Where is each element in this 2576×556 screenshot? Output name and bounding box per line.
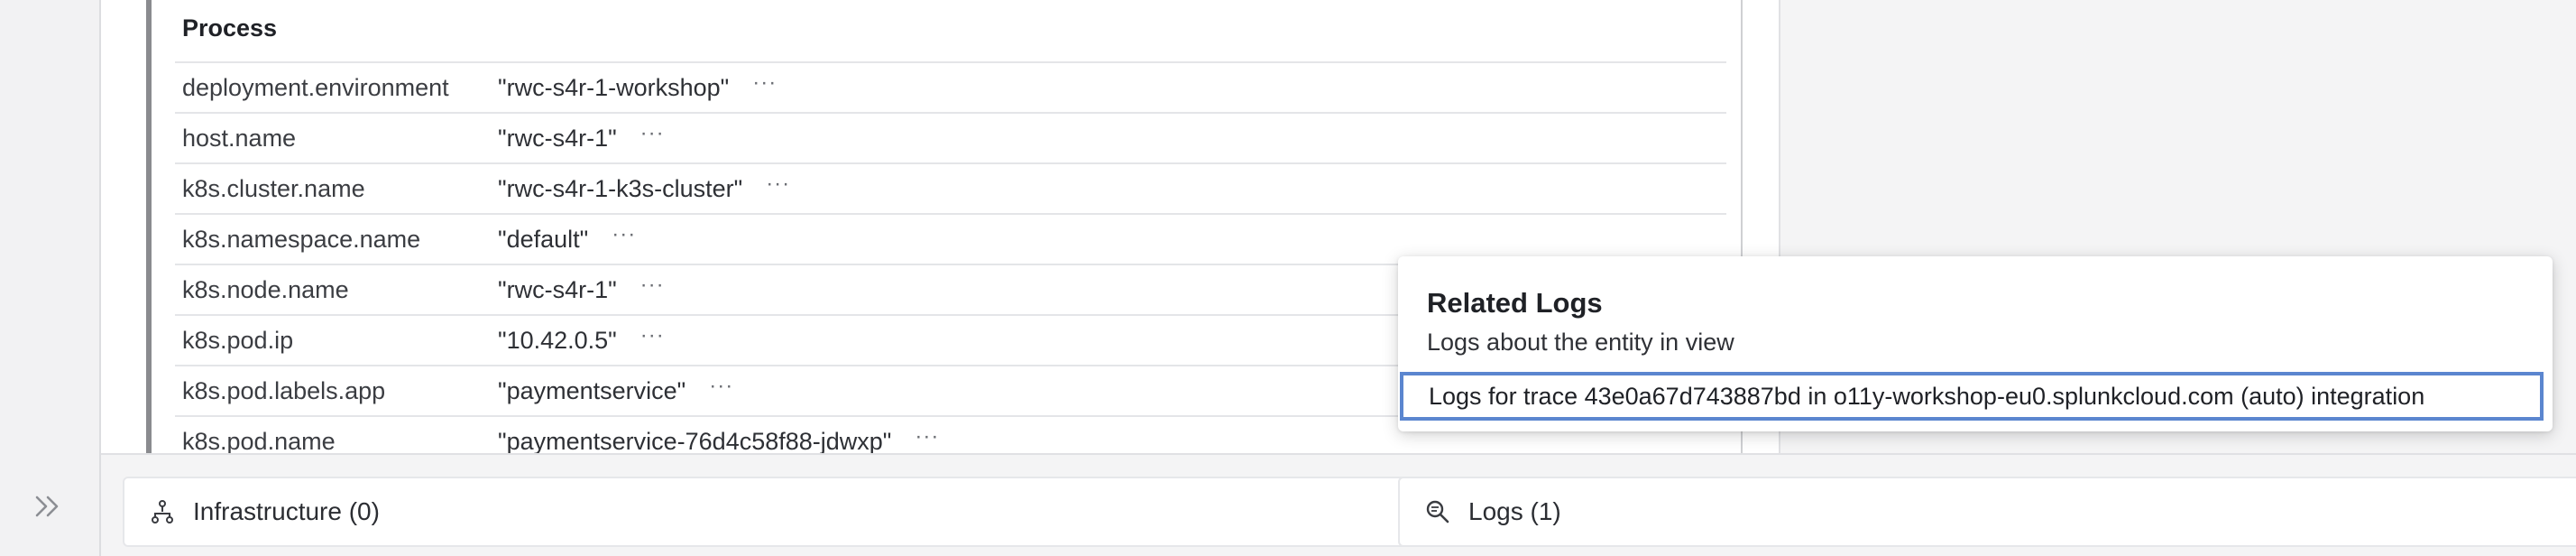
double-chevron-right-icon[interactable] xyxy=(27,486,69,527)
related-log-link[interactable]: Logs for trace 43e0a67d743887bd in o11y-… xyxy=(1400,372,2544,421)
attribute-key: k8s.pod.labels.app xyxy=(182,376,386,404)
attribute-value-cell: "rwc-s4r-1" ··· xyxy=(498,273,665,304)
attribute-value-cell: "paymentservice" ··· xyxy=(498,374,733,405)
attribute-value: "rwc-s4r-1" xyxy=(498,124,617,152)
infrastructure-tab-label: Infrastructure (0) xyxy=(193,497,380,525)
logs-tab[interactable]: Logs (1) xyxy=(1398,477,2576,547)
more-actions-icon[interactable]: ··· xyxy=(640,121,665,146)
related-logs-popover: Related Logs Logs about the entity in vi… xyxy=(1398,256,2553,431)
attribute-value: "10.42.0.5" xyxy=(498,326,617,354)
hierarchy-icon xyxy=(150,498,177,525)
attribute-value: "default" xyxy=(498,225,589,253)
more-actions-icon[interactable]: ··· xyxy=(752,70,777,96)
attribute-value-cell: "rwc-s4r-1-k3s-cluster" ··· xyxy=(498,171,790,203)
attribute-value-cell: "paymentservice-76d4c58f88-jdwxp" ··· xyxy=(498,424,939,456)
attribute-value: "paymentservice-76d4c58f88-jdwxp" xyxy=(498,427,892,455)
attribute-value-cell: "rwc-s4r-1" ··· xyxy=(498,121,665,153)
attribute-value: "paymentservice" xyxy=(498,376,686,404)
logs-tab-label: Logs (1) xyxy=(1468,497,1561,525)
attribute-key: k8s.node.name xyxy=(182,275,349,303)
magnify-logs-icon xyxy=(1425,498,1452,525)
more-actions-icon[interactable]: ··· xyxy=(915,424,939,449)
attribute-value-cell: "10.42.0.5" ··· xyxy=(498,323,665,355)
infrastructure-tab[interactable]: Infrastructure (0) xyxy=(123,477,1488,547)
attribute-key: k8s.pod.ip xyxy=(182,326,294,354)
attribute-key: k8s.namespace.name xyxy=(182,225,421,253)
more-actions-icon[interactable]: ··· xyxy=(640,323,665,348)
bottom-bar: Infrastructure (0) Logs (1) xyxy=(101,453,2576,556)
attribute-row: host.name "rwc-s4r-1" ··· xyxy=(175,112,1726,162)
attribute-value: "rwc-s4r-1-k3s-cluster" xyxy=(498,174,743,202)
trace-detail-view: Process deployment.environment "rwc-s4r-1… xyxy=(0,0,2576,556)
left-rail xyxy=(0,0,101,556)
attribute-key: k8s.pod.name xyxy=(182,427,336,455)
section-title: Process xyxy=(182,14,278,42)
popover-subtitle: Logs about the entity in view xyxy=(1427,329,1734,356)
attribute-row: deployment.environment "rwc-s4r-1-worksho… xyxy=(175,61,1726,112)
more-actions-icon[interactable]: ··· xyxy=(640,273,665,298)
more-actions-icon[interactable]: ··· xyxy=(612,222,636,247)
attribute-key: k8s.cluster.name xyxy=(182,174,365,202)
attribute-value-cell: "rwc-s4r-1-workshop" ··· xyxy=(498,70,777,102)
attribute-key: host.name xyxy=(182,124,297,152)
attribute-value: "rwc-s4r-1-workshop" xyxy=(498,73,730,101)
related-log-link-label: Logs for trace 43e0a67d743887bd in o11y-… xyxy=(1429,382,2425,410)
more-actions-icon[interactable]: ··· xyxy=(709,374,733,399)
attribute-row: k8s.cluster.name "rwc-s4r-1-k3s-cluster" ·… xyxy=(175,162,1726,213)
popover-title: Related Logs xyxy=(1427,287,1603,319)
attribute-key: deployment.environment xyxy=(182,73,449,101)
attribute-value-cell: "default" ··· xyxy=(498,222,636,254)
more-actions-icon[interactable]: ··· xyxy=(766,171,790,197)
attribute-value: "rwc-s4r-1" xyxy=(498,275,617,303)
